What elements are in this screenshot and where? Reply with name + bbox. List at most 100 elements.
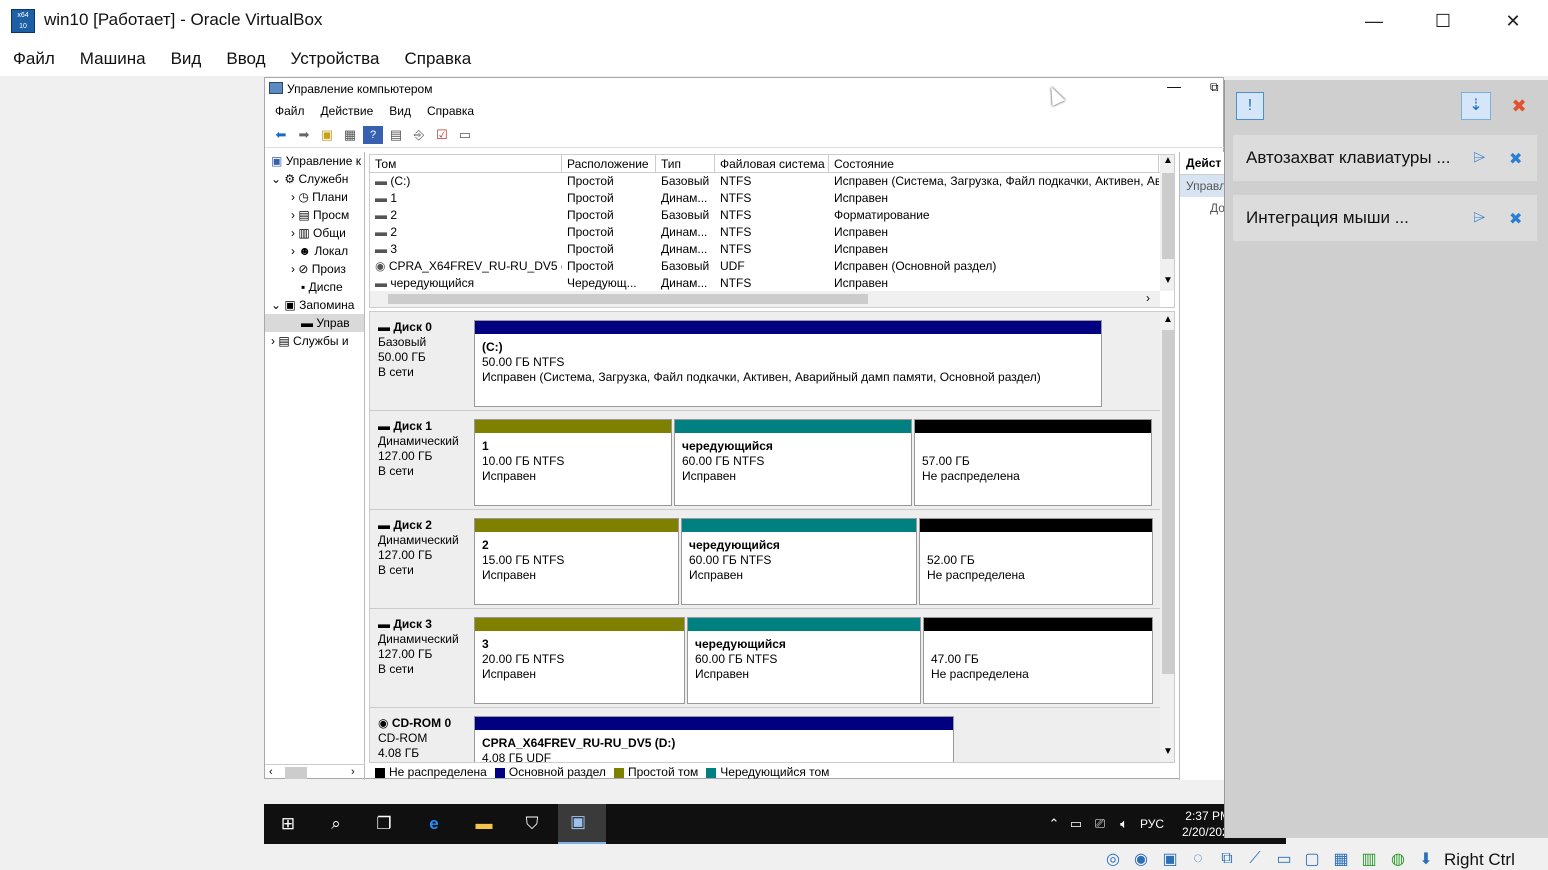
chevron-right-icon[interactable]: › xyxy=(291,190,295,204)
menu-view[interactable]: Вид xyxy=(171,49,202,69)
scroll-thumb[interactable] xyxy=(285,767,307,779)
store-icon[interactable]: ⛉ xyxy=(520,812,544,836)
tree-hscrollbar[interactable]: ‹ › xyxy=(265,764,365,780)
scroll-left-icon[interactable]: ‹ xyxy=(269,766,273,778)
tray-clock[interactable]: 2:37 PM 2/20/2023 xyxy=(1182,808,1235,840)
partition[interactable]: 3 20.00 ГБ NTFS Исправен xyxy=(474,617,685,704)
volume-vscrollbar[interactable]: ▲ ▼ xyxy=(1160,155,1174,291)
tray-chevron-up-icon[interactable]: ⌃ xyxy=(1042,812,1066,836)
disk-vscrollbar[interactable]: ▲ ▼ xyxy=(1160,312,1174,762)
hdd-status-icon[interactable]: ◎ xyxy=(1103,849,1123,869)
scroll-right-icon[interactable]: › xyxy=(351,766,355,778)
partition[interactable]: чередующийся 60.00 ГБ NTFS Исправен xyxy=(681,518,917,605)
notification-center-icon[interactable]: ! xyxy=(1236,92,1264,120)
optical-drive-icon[interactable]: ◉ xyxy=(1131,849,1151,869)
chevron-right-icon[interactable]: › xyxy=(291,208,295,222)
search-icon[interactable]: ⌕ xyxy=(324,812,348,836)
tree-item[interactable]: › ▤ Службы и xyxy=(265,332,364,350)
usb-icon[interactable]: ⟋ xyxy=(1245,849,1265,869)
partition[interactable]: 47.00 ГБ Не распределена xyxy=(923,617,1153,704)
volume-row[interactable]: ▬ чередующийся Чередующ... Динам... NTFS Исп… xyxy=(370,275,1174,292)
view-icon[interactable]: ▭ xyxy=(455,126,475,144)
forward-arrow-icon[interactable]: ➡ xyxy=(294,126,314,144)
network-icon[interactable]: ⧉ xyxy=(1217,849,1237,869)
keyboard-capture-icon[interactable]: ⬇ xyxy=(1416,849,1436,869)
tree-item[interactable]: ▪ Диспе xyxy=(265,278,364,296)
col-volume[interactable]: Том xyxy=(370,155,562,172)
volume-row[interactable]: ▬ 1 Простой Динам... NTFS Исправен xyxy=(370,190,1174,207)
disk-label[interactable]: ▬ Диск 3 Динамический 127.00 ГБ В сети xyxy=(378,617,473,677)
edge-icon[interactable]: e xyxy=(422,812,446,836)
tree-item-disk-management[interactable]: ▬ Управ xyxy=(265,314,364,332)
col-layout[interactable]: Расположение xyxy=(562,155,656,172)
partition[interactable]: 2 15.00 ГБ NTFS Исправен xyxy=(474,518,679,605)
tray-network-icon[interactable]: ⎚ xyxy=(1088,812,1112,836)
partition[interactable]: чередующийся 60.00 ГБ NTFS Исправен xyxy=(687,617,921,704)
disk-label[interactable]: ▬ Диск 2 Динамический 127.00 ГБ В сети xyxy=(378,518,473,578)
do-not-show-icon[interactable]: ⌲ xyxy=(1473,149,1485,167)
sort-icon[interactable]: ⇣ xyxy=(1461,92,1491,120)
cm-menu-action[interactable]: Действие xyxy=(321,104,374,118)
chevron-right-icon[interactable]: › xyxy=(291,244,295,258)
floppy-icon[interactable]: ▣ xyxy=(1160,849,1180,869)
do-not-show-icon[interactable]: ⌲ xyxy=(1473,209,1485,227)
menu-machine[interactable]: Машина xyxy=(80,49,146,69)
cpu-icon[interactable]: ▥ xyxy=(1359,849,1379,869)
tree-item[interactable]: ▣ Управление к xyxy=(265,152,364,170)
close-notification-icon[interactable]: ✖ xyxy=(1509,149,1522,169)
scroll-right-icon[interactable]: › xyxy=(1146,291,1150,305)
show-hide-tree-icon[interactable]: ▦ xyxy=(340,126,360,144)
recording-icon[interactable]: ▦ xyxy=(1331,849,1351,869)
up-folder-icon[interactable]: ▣ xyxy=(317,126,337,144)
col-status[interactable]: Состояние xyxy=(829,155,1159,172)
remove-all-icon[interactable]: ✖ xyxy=(1505,92,1533,120)
properties-icon[interactable]: ▤ xyxy=(386,126,406,144)
back-arrow-icon[interactable]: ⬅ xyxy=(271,126,291,144)
partition[interactable]: 52.00 ГБ Не распределена xyxy=(919,518,1153,605)
actions-more[interactable]: До xyxy=(1180,197,1225,215)
volume-row[interactable]: ▬ 3 Простой Динам... NTFS Исправен xyxy=(370,241,1174,258)
col-filesystem[interactable]: Файловая система xyxy=(715,155,829,172)
checklist-icon[interactable]: ☑ xyxy=(432,126,452,144)
scroll-thumb[interactable] xyxy=(388,294,868,304)
task-view-icon[interactable]: ❐ xyxy=(372,812,396,836)
chevron-right-icon[interactable]: › xyxy=(271,334,275,348)
partition[interactable]: 1 10.00 ГБ NTFS Исправен xyxy=(474,419,672,506)
tray-battery-icon[interactable]: ▭ xyxy=(1064,812,1088,836)
menu-file[interactable]: Файл xyxy=(13,49,55,69)
scroll-thumb[interactable] xyxy=(1162,173,1174,259)
scroll-down-icon[interactable]: ▼ xyxy=(1163,275,1173,286)
cm-minimize-button[interactable]: — xyxy=(1167,78,1181,94)
partition[interactable]: CPRA_X64FREV_RU-RU_DV5 (D:) 4.08 ГБ UDF xyxy=(474,716,954,762)
menu-help[interactable]: Справка xyxy=(404,49,471,69)
mouse-integration-icon[interactable]: ◍ xyxy=(1388,849,1408,869)
volume-row[interactable]: ▬ 2 Простой Базовый NTFS Форматирование xyxy=(370,207,1174,224)
help-icon[interactable]: ? xyxy=(363,125,383,144)
tree-item[interactable]: › ▥ Общи xyxy=(265,224,364,242)
tray-volume-icon[interactable]: 🔈︎ xyxy=(1112,812,1136,836)
scroll-down-icon[interactable]: ▼ xyxy=(1163,746,1173,757)
volume-row[interactable]: ◉ CPRA_X64FREV_RU-RU_DV5 (D:) Простой Базо… xyxy=(370,258,1174,275)
scroll-up-icon[interactable]: ▲ xyxy=(1163,155,1173,166)
file-explorer-icon[interactable]: ▬ xyxy=(472,812,496,836)
minimize-button[interactable]: — xyxy=(1339,0,1409,42)
actions-section[interactable]: Управлени... xyxy=(1180,175,1225,197)
notification-mouse-integration[interactable]: Интеграция мыши ... ⌲ ✖ xyxy=(1233,195,1537,241)
taskbar-computer-management[interactable]: ▣ xyxy=(558,804,606,844)
audio-icon[interactable]: ◌ xyxy=(1188,849,1208,869)
tray-language[interactable]: РУС xyxy=(1140,817,1164,831)
tree-item[interactable]: › ☻ Локал xyxy=(265,242,364,260)
chevron-down-icon[interactable]: ⌄ xyxy=(271,172,281,186)
tree-item[interactable]: › ▤ Просм xyxy=(265,206,364,224)
close-button[interactable]: ✕ xyxy=(1478,0,1548,42)
col-type[interactable]: Тип xyxy=(656,155,715,172)
menu-devices[interactable]: Устройства xyxy=(291,49,380,69)
maximize-button[interactable]: ☐ xyxy=(1408,0,1478,42)
disk-label[interactable]: ◉ CD-ROM 0 CD-ROM 4.08 ГБ xyxy=(378,716,473,761)
partition[interactable]: (C:) 50.00 ГБ NTFS Исправен (Система, Загр… xyxy=(474,320,1102,407)
display-icon[interactable]: ▢ xyxy=(1302,849,1322,869)
scroll-up-icon[interactable]: ▲ xyxy=(1163,314,1173,325)
volume-row[interactable]: ▬ (C:) Простой Базовый NTFS Исправен (Систем… xyxy=(370,173,1174,190)
cm-maximize-button[interactable]: ⧉ xyxy=(1210,80,1219,95)
chevron-right-icon[interactable]: › xyxy=(291,226,295,240)
